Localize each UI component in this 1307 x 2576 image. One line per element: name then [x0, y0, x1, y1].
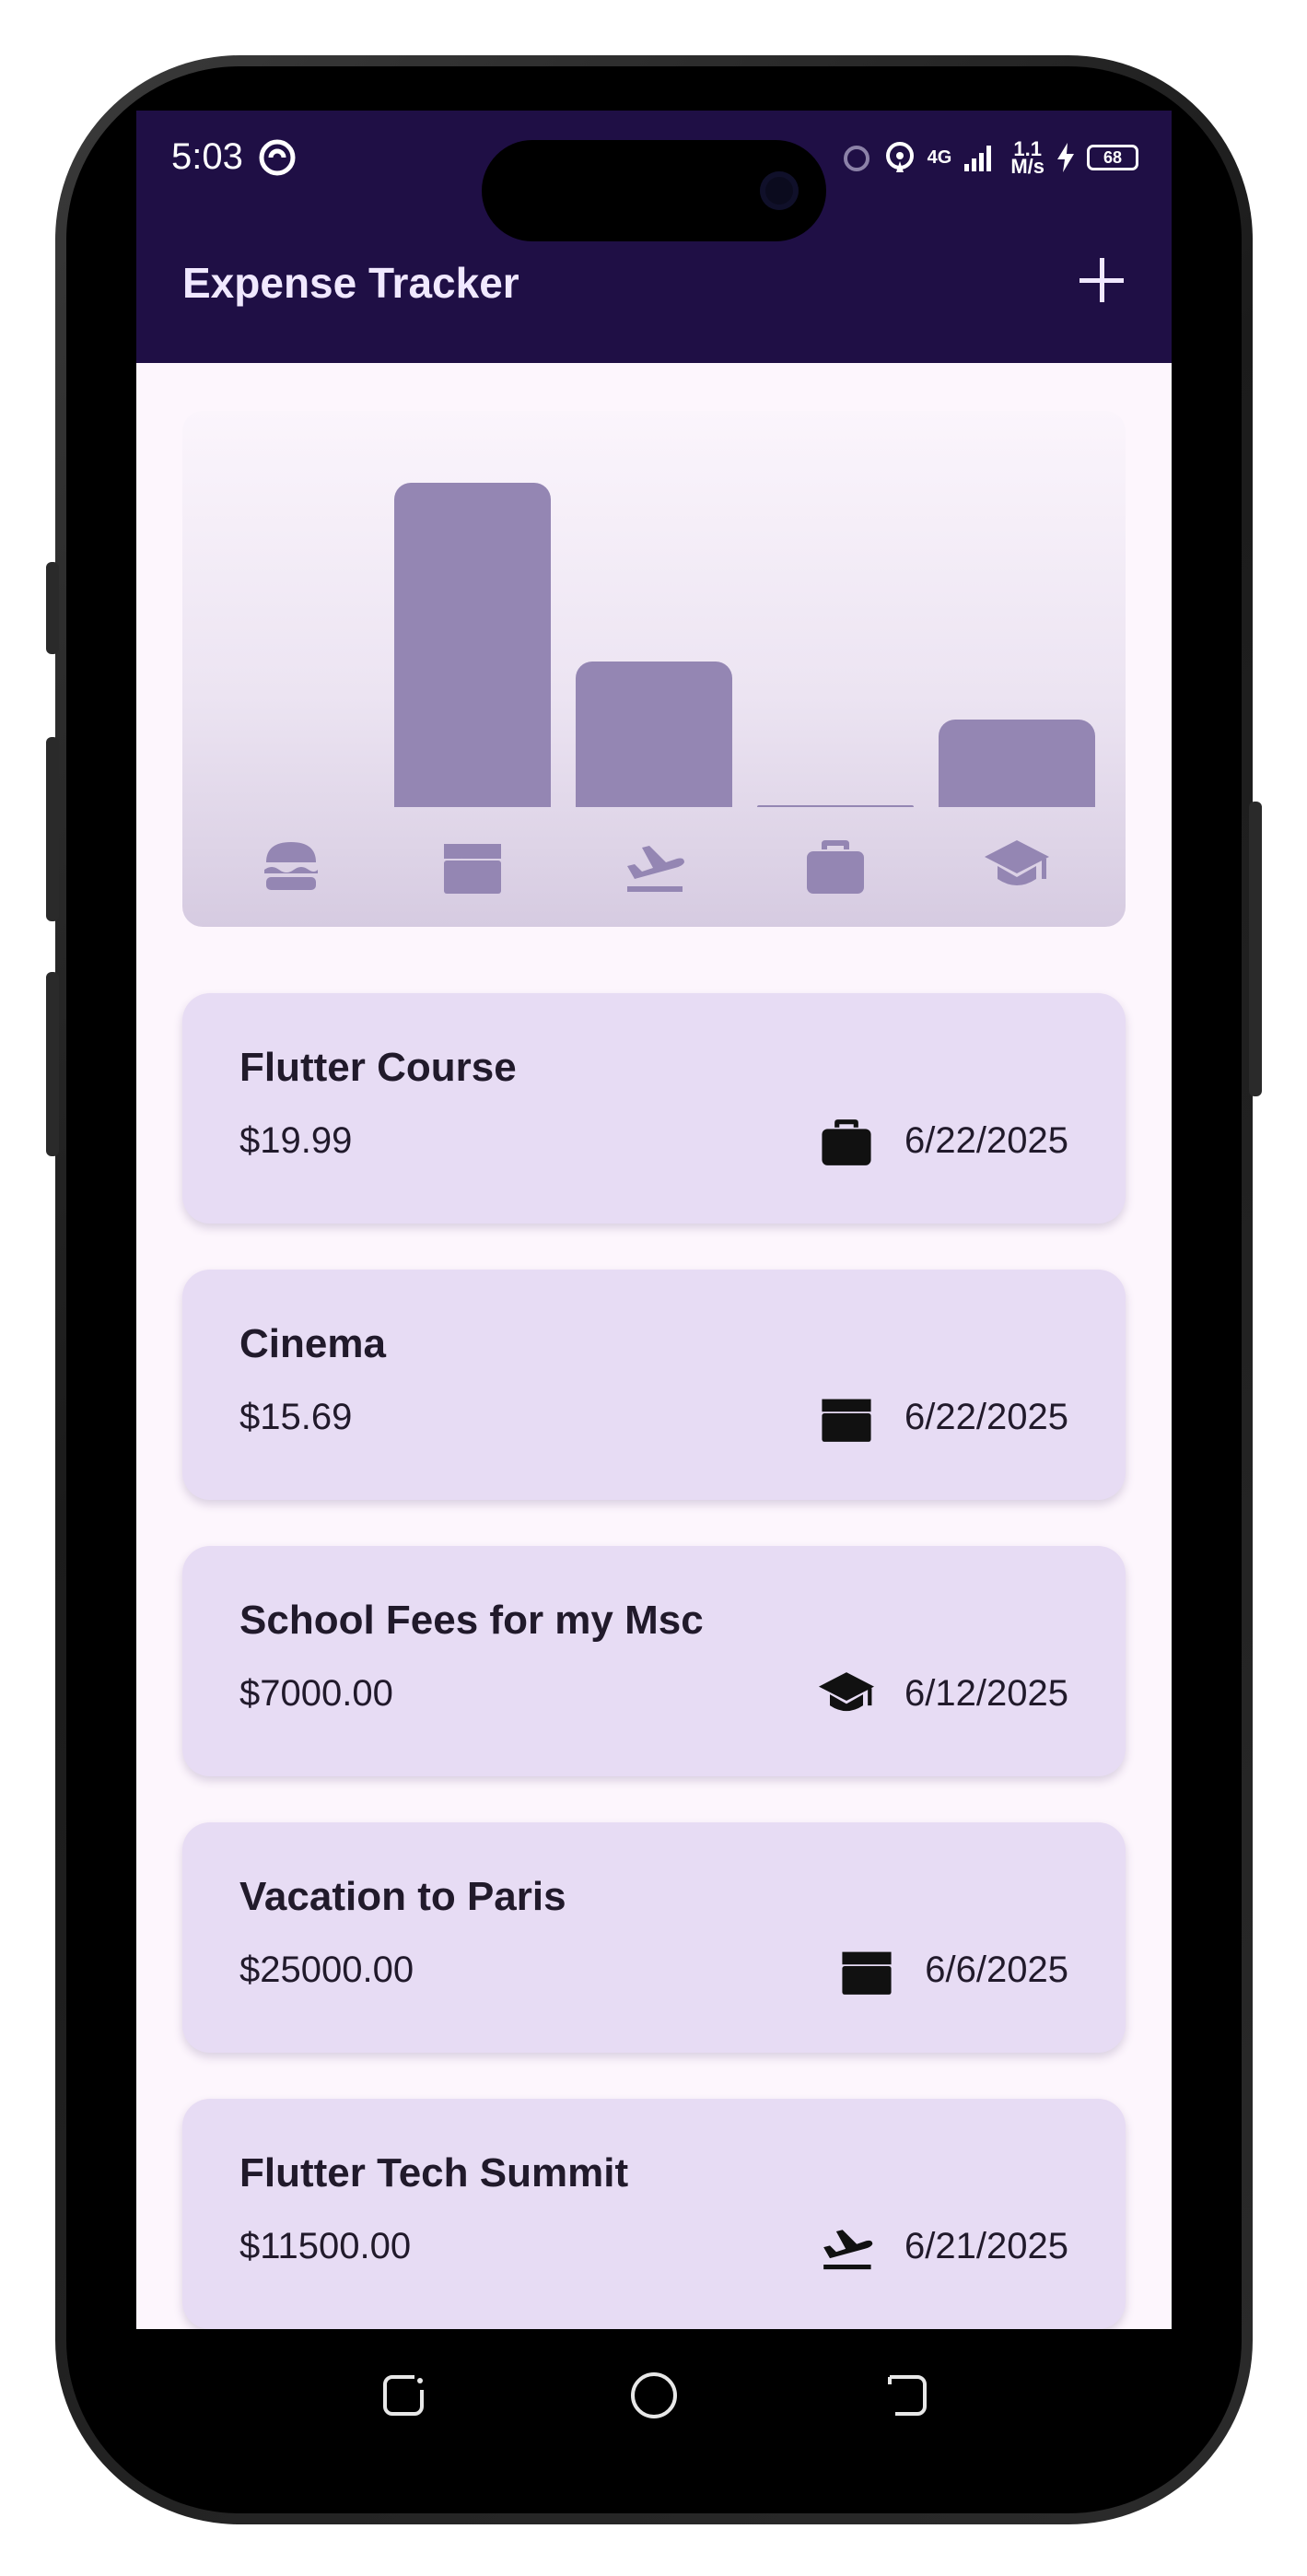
expense-title: Cinema — [239, 1321, 386, 1366]
chart-plot-area — [201, 439, 1107, 807]
burger-icon — [264, 842, 319, 890]
sync-icon — [259, 139, 296, 176]
chart-bar-education — [938, 719, 1095, 807]
expense-title: Flutter Course — [239, 1045, 517, 1090]
expense-date: 6/6/2025 — [925, 1950, 1068, 1990]
briefcase-icon — [806, 840, 864, 894]
power-button — [1249, 802, 1262, 1096]
expense-card[interactable]: Vacation to Paris $25000.00 6/6/2025 — [182, 1822, 1126, 2053]
navigation-bar — [136, 2329, 1172, 2458]
expense-amount: $15.69 — [239, 1397, 353, 1437]
expense-title: School Fees for my Msc — [239, 1598, 704, 1643]
expense-amount: $7000.00 — [239, 1673, 393, 1714]
briefcase-icon — [822, 1119, 871, 1165]
volume-down-button — [46, 972, 59, 1156]
expense-date: 6/21/2025 — [904, 2226, 1068, 2266]
expense-title: Flutter Tech Summit — [239, 2150, 629, 2195]
expense-card[interactable]: Flutter Course $19.99 6/22/2025 — [182, 993, 1126, 1224]
expense-card[interactable]: Cinema $15.69 6/22/2025 — [182, 1270, 1126, 1500]
volume-up-button — [46, 737, 59, 921]
add-expense-button[interactable] — [1074, 252, 1129, 308]
battery-indicator: 68 — [1087, 145, 1138, 170]
chart-bar-travel — [576, 661, 732, 807]
expense-amount: $25000.00 — [239, 1950, 414, 1990]
expense-card[interactable]: Flutter Tech Summit $11500.00 6/21/2025 — [182, 2099, 1126, 2329]
clapperboard-icon — [444, 844, 502, 894]
expense-date: 6/22/2025 — [904, 1397, 1068, 1437]
chart-bar-work — [756, 805, 914, 807]
home-circle-icon[interactable] — [628, 2370, 680, 2421]
expense-title: Vacation to Paris — [239, 1874, 566, 1919]
status-time: 5:03 — [171, 136, 243, 177]
expense-date: 6/12/2025 — [904, 1673, 1068, 1714]
chart-bar-leisure — [394, 483, 552, 807]
action-button — [46, 562, 59, 654]
graduation-cap-icon — [984, 840, 1049, 885]
app-title: Expense Tracker — [182, 259, 519, 307]
back-icon[interactable] — [881, 2370, 932, 2421]
expense-chart — [182, 411, 1126, 927]
expense-amount: $11500.00 — [239, 2226, 412, 2266]
graduation-cap-icon — [819, 1672, 875, 1712]
expense-amount: $19.99 — [239, 1120, 353, 1161]
network-type: 4G — [927, 147, 952, 168]
recents-icon[interactable] — [378, 2370, 429, 2421]
expense-card[interactable]: School Fees for my Msc $7000.00 6/12/2025 — [182, 1546, 1126, 1776]
alarm-icon — [843, 146, 869, 171]
hotspot-icon — [885, 142, 914, 172]
screen: 5:03 4G 1.1 M/s 68 Expense Tracker Flutt… — [136, 111, 1172, 2329]
main-content[interactable]: Flutter Course $19.99 6/22/2025 Cinema $15.6… — [136, 363, 1172, 2329]
status-icons: 4G 1.1 M/s 68 — [841, 135, 1138, 181]
airplane-departure-icon — [823, 2230, 873, 2270]
expense-date: 6/22/2025 — [904, 1120, 1068, 1161]
clapperboard-icon — [822, 1399, 871, 1442]
airplane-departure-icon — [627, 846, 684, 892]
chart-category-icons — [201, 816, 1107, 908]
network-speed: 1.1 M/s — [1010, 137, 1044, 178]
signal-icon — [964, 146, 992, 171]
camera-notch — [482, 140, 826, 241]
clapperboard-icon — [842, 1951, 892, 1995]
charging-icon — [1057, 143, 1074, 172]
